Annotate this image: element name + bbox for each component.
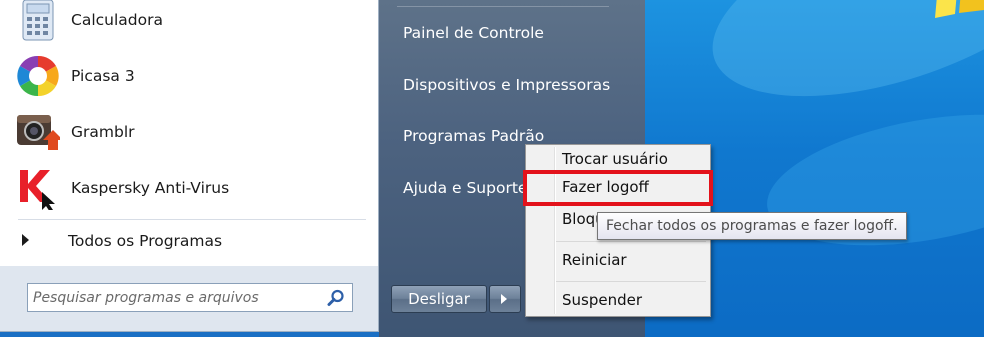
calculator-icon [22, 0, 54, 41]
all-programs-label: Todos os Programas [68, 232, 223, 250]
tooltip: Fechar todos os programas e fazer logoff… [597, 212, 907, 240]
menu-item-trocar-usuario[interactable]: Trocar usuário [562, 150, 668, 168]
program-item-gramblr[interactable]: Gramblr [0, 108, 370, 156]
divider [397, 6, 609, 7]
link-ajuda-e-suporte[interactable]: Ajuda e Suporte [403, 179, 527, 197]
shutdown-options-button[interactable] [489, 285, 521, 313]
link-programas-padrao[interactable]: Programas Padrão [403, 127, 544, 145]
program-item-calculadora[interactable]: Calculadora [0, 0, 370, 44]
divider [18, 219, 366, 220]
menu-item-suspender[interactable]: Suspender [562, 291, 642, 309]
link-dispositivos-e-impressoras[interactable]: Dispositivos e Impressoras [403, 76, 610, 94]
program-label: Gramblr [71, 123, 135, 141]
search-box[interactable] [27, 283, 353, 312]
link-painel-de-controle[interactable]: Painel de Controle [403, 24, 544, 42]
windows-logo-icon [935, 0, 984, 18]
triangle-right-icon [22, 234, 29, 246]
menu-separator [556, 241, 706, 242]
all-programs-button[interactable]: Todos os Programas [0, 228, 370, 256]
menu-item-reiniciar[interactable]: Reiniciar [562, 251, 627, 269]
picasa-icon [17, 55, 59, 97]
highlight-annotation [523, 170, 713, 206]
program-item-picasa[interactable]: Picasa 3 [0, 52, 370, 100]
program-label: Calculadora [71, 11, 163, 29]
start-menu-programs-pane: Calculadora Picasa 3 Gramblr Kaspersky A… [0, 0, 379, 332]
shutdown-button[interactable]: Desligar [391, 285, 487, 313]
program-item-kaspersky[interactable]: Kaspersky Anti-Virus [0, 164, 370, 212]
program-label: Kaspersky Anti-Virus [71, 179, 230, 197]
search-input[interactable] [33, 287, 318, 308]
program-label: Picasa 3 [71, 67, 135, 85]
kaspersky-icon [20, 170, 55, 210]
arrow-right-icon [501, 294, 507, 304]
menu-separator [556, 281, 706, 282]
search-icon[interactable] [327, 289, 345, 307]
gramblr-icon [17, 115, 60, 150]
